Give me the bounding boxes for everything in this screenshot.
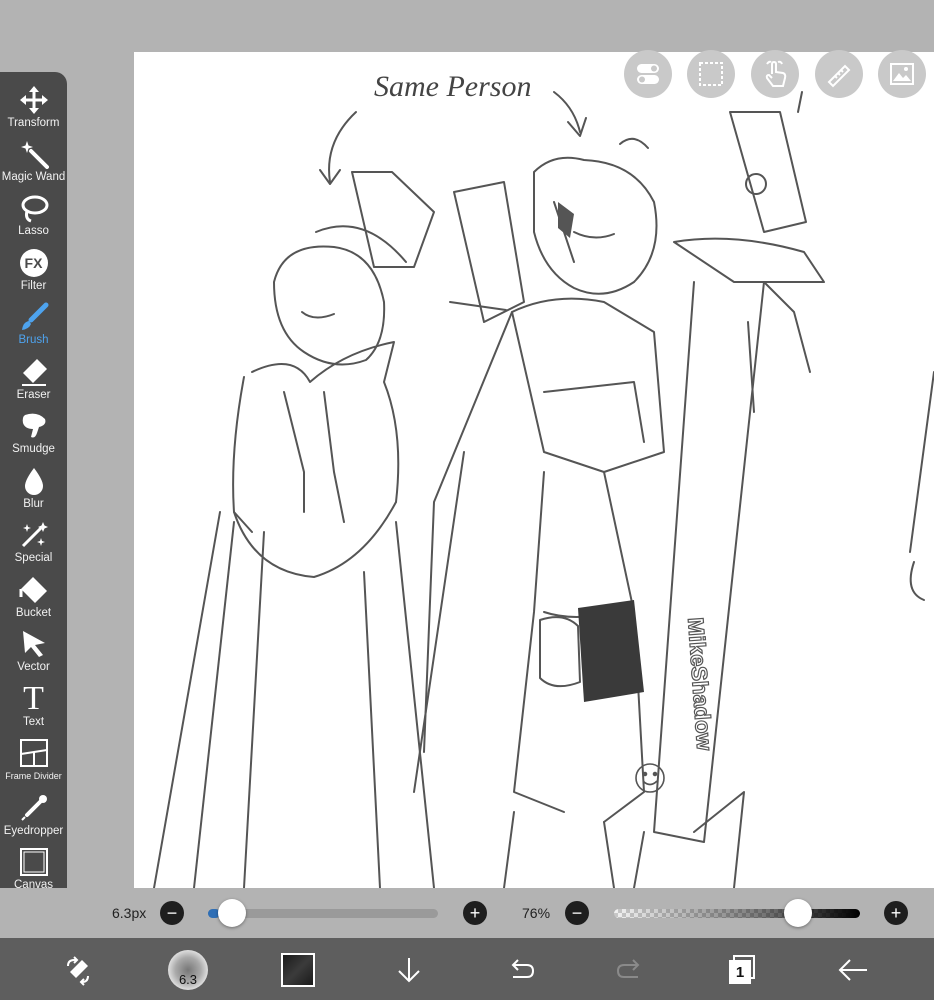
move-arrows-icon (17, 84, 51, 116)
brush-size-thumb[interactable] (218, 899, 246, 927)
tool-lasso[interactable]: Lasso (0, 190, 67, 244)
tool-label: Smudge (12, 443, 55, 455)
brush-icon (17, 301, 51, 333)
ruler-button[interactable] (815, 50, 863, 98)
fx-icon: FX (19, 249, 48, 277)
layer-count: 1 (735, 963, 745, 981)
image-button[interactable] (878, 50, 926, 98)
brush-size-value: 6.3px (112, 905, 147, 921)
smudge-icon (17, 410, 51, 442)
sword-lettering: MikeShadow (683, 617, 717, 753)
undo-button[interactable] (499, 949, 541, 991)
brush-preview-value: 6.3 (178, 972, 198, 987)
tool-label: Text (22, 716, 45, 728)
top-bar (0, 0, 934, 50)
tool-vector[interactable]: Vector (0, 626, 67, 680)
tool-label: Special (14, 552, 53, 564)
brush-size-increase-button[interactable]: + (463, 901, 487, 925)
tool-label: Vector (17, 661, 50, 673)
tool-smudge[interactable]: Smudge (0, 408, 67, 462)
tools-panel: Transform Magic Wand Lasso FX Filter Bru… (0, 72, 67, 904)
brush-preview-button[interactable]: 6.3 (167, 949, 209, 991)
toggle-switch-icon (637, 64, 659, 84)
sketch-artwork: Same Person MikeShadow (153, 70, 934, 888)
save-download-button[interactable] (388, 949, 430, 991)
opacity-increase-button[interactable]: + (884, 901, 908, 925)
slider-bar: 6.3px − + 76% − + (0, 888, 934, 938)
tool-text[interactable]: T Text (0, 681, 67, 735)
ruler-pencil-icon (827, 64, 851, 88)
sparkle-icon (17, 519, 51, 551)
tool-transform[interactable]: Transform (0, 82, 67, 136)
magic-wand-icon (17, 138, 51, 170)
drawing-canvas[interactable]: Same Person MikeShadow (134, 52, 934, 888)
tool-magic-wand[interactable]: Magic Wand (0, 136, 67, 190)
opacity-thumb[interactable] (784, 899, 812, 927)
color-swatch-button[interactable] (277, 949, 319, 991)
toggle-switch-button[interactable] (624, 50, 672, 98)
bottom-toolbar: 6.3 1 (0, 938, 934, 1000)
tool-bucket[interactable]: Bucket (0, 572, 67, 626)
tool-label: Lasso (18, 225, 49, 237)
blur-drop-icon (17, 465, 51, 497)
quick-transform-button[interactable] (57, 949, 99, 991)
tool-label: Frame Divider (5, 771, 62, 781)
redo-button[interactable] (610, 949, 652, 991)
tool-label: Brush (18, 334, 49, 346)
color-swatch-icon (281, 953, 315, 987)
tool-label: Bucket (15, 607, 52, 619)
tool-brush[interactable]: Brush (0, 299, 67, 353)
tool-eraser[interactable]: Eraser (0, 354, 67, 408)
cursor-arrow-icon (17, 628, 51, 660)
tool-special[interactable]: Special (0, 517, 67, 571)
tool-filter[interactable]: FX Filter (0, 245, 67, 299)
smiley-doodle (635, 763, 665, 793)
tool-label: Magic Wand (1, 171, 66, 183)
layers-icon: 1 (727, 955, 757, 985)
lasso-icon (17, 192, 51, 224)
touch-hand-icon (765, 60, 787, 87)
brush-preview-icon: 6.3 (168, 950, 208, 990)
canvas-square-icon (17, 846, 51, 878)
opacity-slider[interactable] (614, 909, 860, 918)
eyedropper-icon (17, 792, 51, 824)
undo-icon (511, 959, 535, 978)
image-icon (890, 63, 914, 85)
opacity-decrease-button[interactable]: − (565, 901, 589, 925)
brush-size-decrease-button[interactable]: − (160, 901, 184, 925)
dashed-selection-icon (699, 62, 723, 86)
tool-eyedropper[interactable]: Eyedropper (0, 790, 67, 844)
tool-label: Filter (20, 280, 47, 292)
touch-button[interactable] (751, 50, 799, 98)
eraser-icon (17, 356, 51, 388)
layers-button[interactable]: 1 (721, 949, 763, 991)
back-button[interactable] (832, 949, 874, 991)
tool-label: Eyedropper (3, 825, 64, 837)
download-arrow-icon (398, 958, 420, 983)
tool-frame-divider[interactable]: Frame Divider (0, 735, 67, 789)
tool-label: Blur (23, 498, 44, 510)
tool-blur[interactable]: Blur (0, 463, 67, 517)
tool-label: Transform (7, 117, 60, 129)
back-arrow-icon (838, 959, 867, 981)
redo-icon (616, 959, 640, 978)
tool-label: Eraser (16, 389, 51, 401)
bucket-icon (17, 574, 51, 606)
opacity-value: 76% (522, 905, 551, 921)
text-t-icon: T (23, 680, 44, 717)
annotation-text: Same Person (374, 70, 531, 103)
swap-transform-icon (67, 956, 89, 986)
selection-button[interactable] (687, 50, 735, 98)
frame-divider-icon (17, 737, 51, 769)
